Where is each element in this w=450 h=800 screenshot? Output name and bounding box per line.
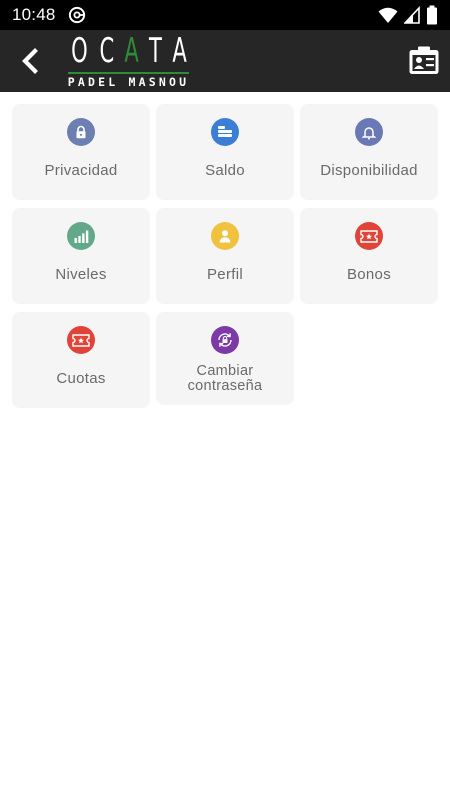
signal-bars-icon [67,222,95,250]
at-sign-icon [68,6,85,24]
menu-item-disponibilidad[interactable]: Disponibilidad [300,104,438,200]
cell-signal-icon [404,6,420,24]
profile-card-button[interactable] [408,45,440,77]
wifi-icon [378,7,398,23]
menu-item-privacidad[interactable]: Privacidad [12,104,150,200]
id-card-icon [409,46,439,74]
status-bar: 10:48 [0,0,450,30]
chevron-left-icon [22,48,38,74]
ticket-icon [355,222,383,250]
bell-icon [355,118,383,146]
menu-item-label: Perfil [207,266,243,283]
app-bar: O C A T A PADEL MASNOU [0,30,450,92]
menu-item-niveles[interactable]: Niveles [12,208,150,304]
logo-underline [68,72,189,74]
lock-refresh-icon [211,326,239,354]
logo-title: O C A T A [71,31,187,71]
battery-icon [427,5,437,25]
lock-icon [67,118,95,146]
menu-item-label: Bonos [346,266,392,283]
menu-item-label: Niveles [55,266,107,283]
menu-item-label: Disponibilidad [320,162,418,179]
menu-item-label: Saldo [205,162,245,179]
menu-item-label: Privacidad [44,162,118,179]
logo-subtitle: PADEL MASNOU [67,75,190,89]
menu-item-cambiar-contrasena[interactable]: Cambiar contraseña [156,312,294,405]
person-icon [211,222,239,250]
menu-item-label: Cuotas [56,370,106,387]
menu-item-label: Cambiar contraseña [187,363,263,394]
ticket-icon [67,326,95,354]
coins-icon [211,118,239,146]
menu-item-cuotas[interactable]: Cuotas [12,312,150,408]
menu-item-bonos[interactable]: Bonos [300,208,438,304]
ocata-logo: O C A T A PADEL MASNOU [66,32,191,90]
status-time: 10:48 [12,5,56,24]
menu-item-saldo[interactable]: Saldo [156,104,294,200]
menu-item-perfil[interactable]: Perfil [156,208,294,304]
back-button[interactable] [14,45,46,77]
